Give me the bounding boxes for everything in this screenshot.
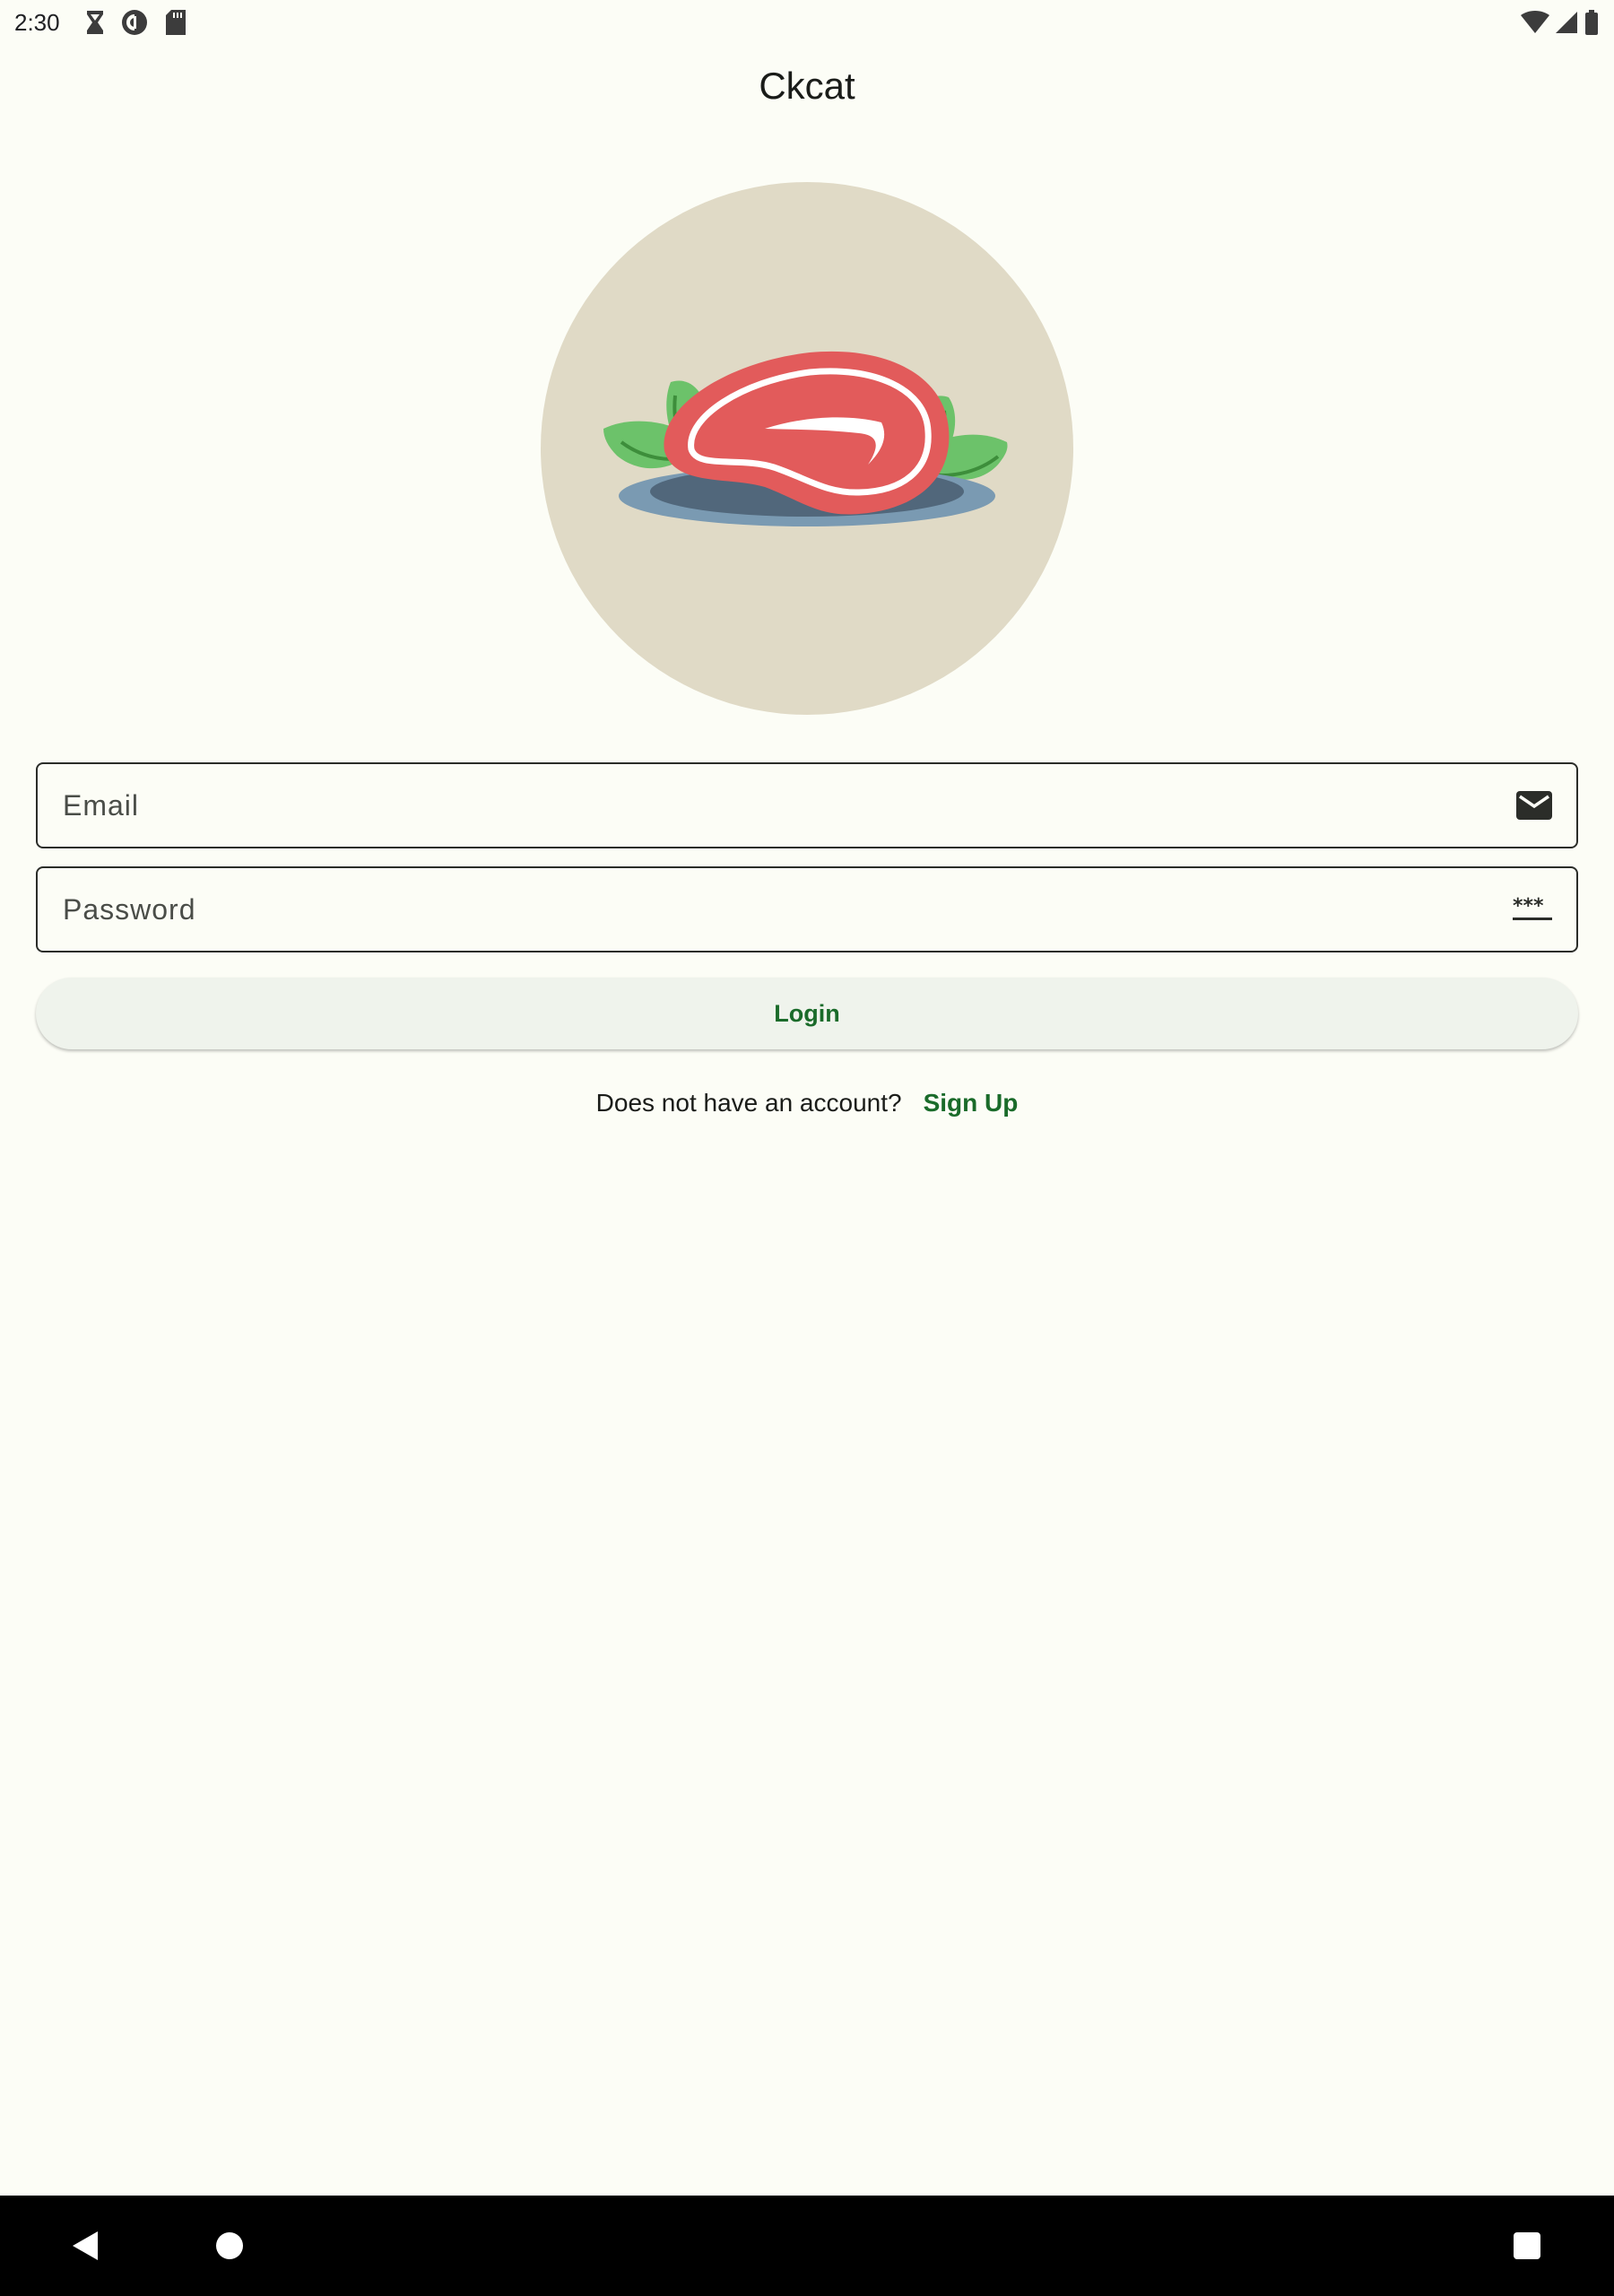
battery-icon xyxy=(1584,10,1600,35)
steak-illustration xyxy=(541,182,1073,715)
navigation-bar xyxy=(0,2196,1614,2296)
sd-card-icon xyxy=(164,9,187,36)
password-field[interactable]: Password *** xyxy=(36,866,1578,952)
password-placeholder: Password xyxy=(63,892,196,926)
recents-icon xyxy=(1514,2232,1540,2259)
svg-text:***: *** xyxy=(1513,896,1544,918)
sign-up-link[interactable]: Sign Up xyxy=(924,1089,1019,1118)
hourglass-icon xyxy=(85,10,105,35)
back-icon xyxy=(73,2231,98,2260)
login-screen: 2:30 Ckcat Email Password *** Login Does… xyxy=(0,0,1614,2296)
pocket-casts-icon xyxy=(121,9,148,36)
home-icon xyxy=(216,2232,243,2259)
signup-row: Does not have an account? Sign Up xyxy=(0,1089,1614,1118)
steak-on-plate-icon xyxy=(603,351,1008,526)
status-bar-right xyxy=(1521,10,1600,35)
status-bar: 2:30 xyxy=(0,0,1614,45)
email-placeholder: Email xyxy=(63,788,140,822)
password-icon: *** xyxy=(1512,896,1553,923)
wifi-icon xyxy=(1521,11,1549,34)
email-field[interactable]: Email xyxy=(36,762,1578,848)
home-button[interactable] xyxy=(176,2196,283,2296)
status-time: 2:30 xyxy=(14,8,60,36)
recents-button[interactable] xyxy=(1473,2196,1581,2296)
back-button[interactable] xyxy=(30,2196,138,2296)
email-icon xyxy=(1515,790,1553,821)
status-bar-left: 2:30 xyxy=(14,9,187,37)
signup-prompt: Does not have an account? xyxy=(595,1089,902,1117)
cell-signal-icon xyxy=(1555,11,1578,34)
login-button[interactable]: Login xyxy=(36,978,1578,1049)
page-title: Ckcat xyxy=(759,65,855,107)
